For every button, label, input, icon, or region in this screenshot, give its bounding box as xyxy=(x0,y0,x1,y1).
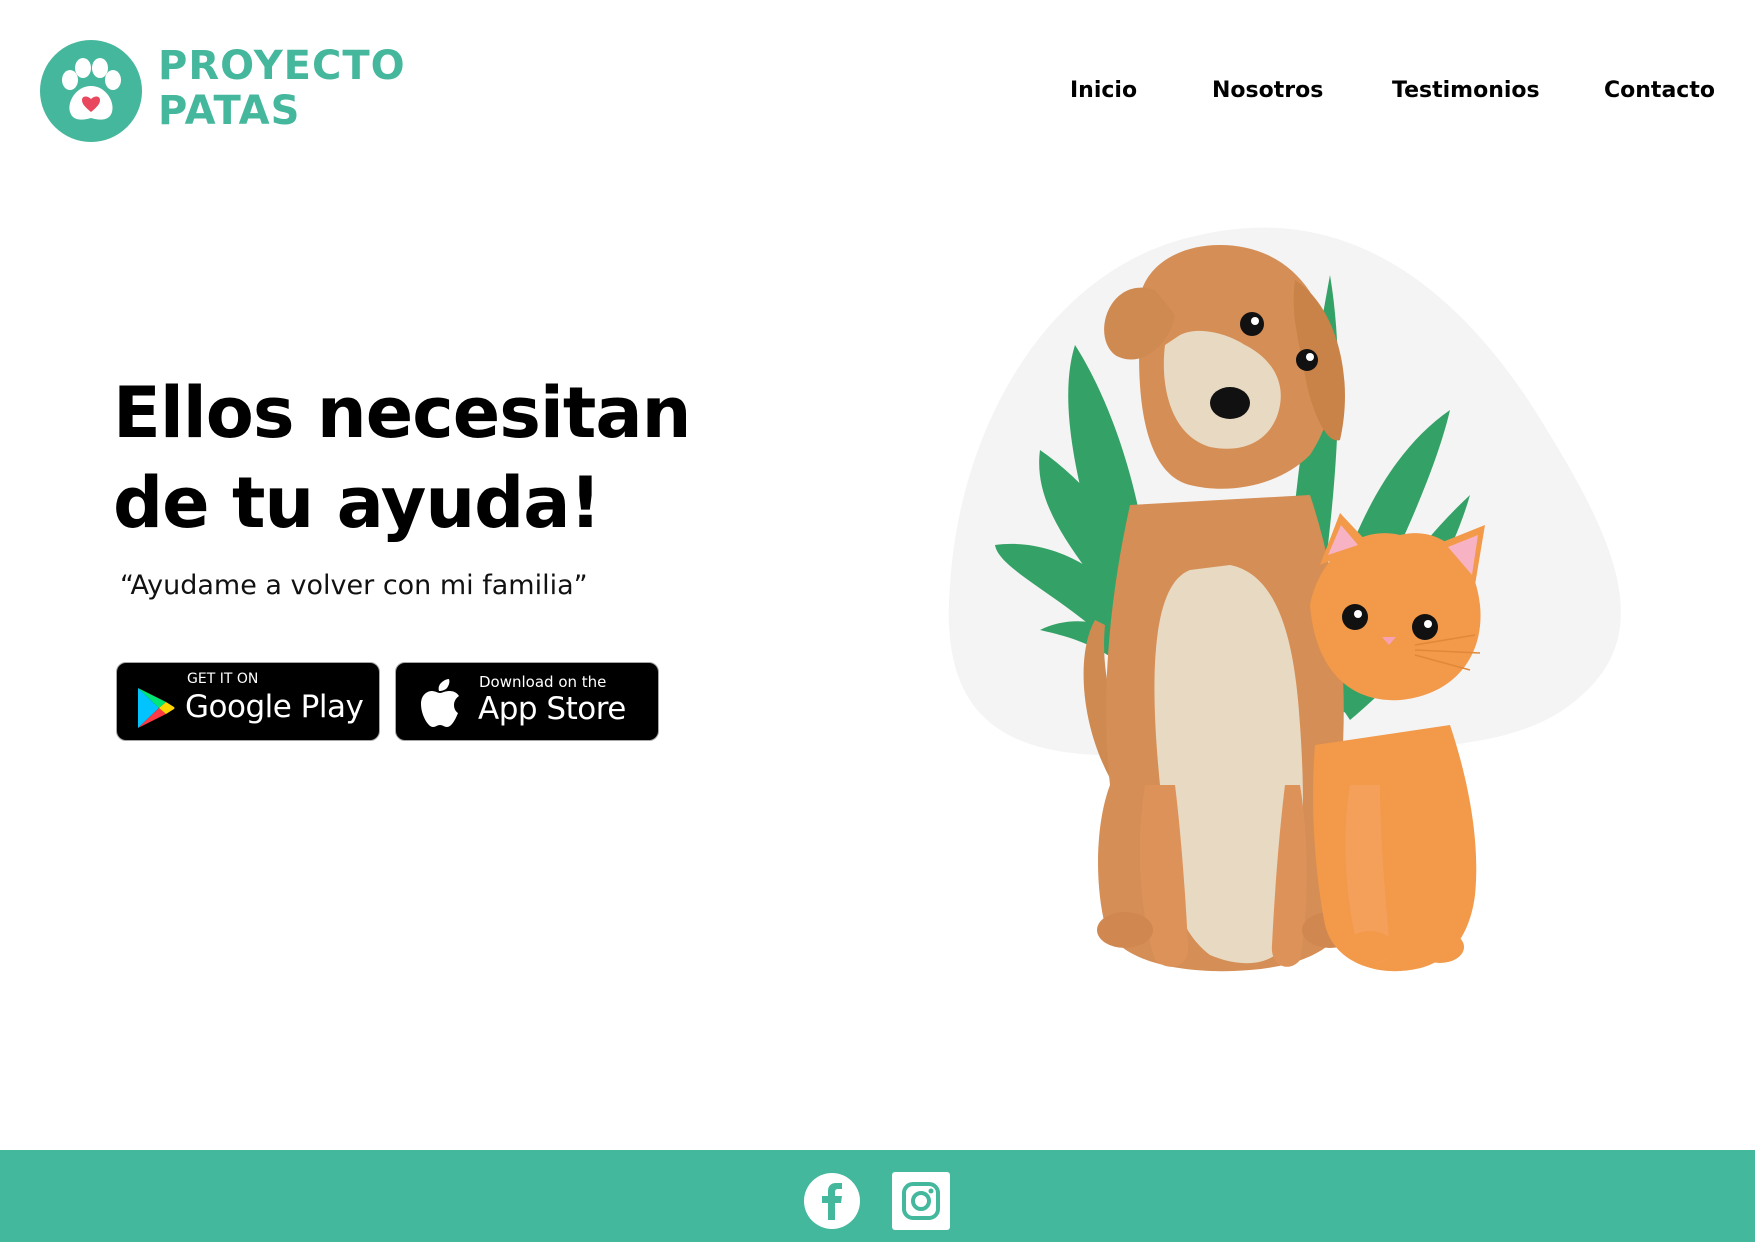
instagram-icon[interactable] xyxy=(892,1172,950,1230)
apple-icon xyxy=(421,679,459,727)
app-store-small-label: Download on the xyxy=(479,673,607,691)
dog-and-cat-illustration xyxy=(948,227,1621,972)
app-store-button[interactable]: Download on the App Store xyxy=(395,662,659,741)
nav-item-testimonios[interactable]: Testimonios xyxy=(1392,78,1540,103)
google-play-button[interactable]: GET IT ON Google Play xyxy=(116,662,380,741)
footer xyxy=(0,1150,1755,1242)
hero-title: Ellos necesitan de tu ayuda! xyxy=(113,368,813,548)
app-store-big-label: App Store xyxy=(478,691,626,727)
nav-item-contacto[interactable]: Contacto xyxy=(1604,78,1715,103)
hero-title-line-2: de tu ayuda! xyxy=(113,462,601,544)
google-play-icon xyxy=(138,688,175,728)
nav-item-nosotros[interactable]: Nosotros xyxy=(1212,78,1323,103)
header: PROYECTO PATAS Inicio Nosotros Testimoni… xyxy=(0,0,1755,160)
google-play-big-label: Google Play xyxy=(185,689,364,725)
google-play-small-label: GET IT ON xyxy=(187,671,259,687)
nav-item-inicio[interactable]: Inicio xyxy=(1070,78,1137,103)
main-nav: Inicio Nosotros Testimonios Contacto xyxy=(0,78,1755,108)
facebook-icon[interactable] xyxy=(803,1172,861,1230)
hero-title-line-1: Ellos necesitan xyxy=(113,372,691,454)
hero-quote: “Ayudame a volver con mi familia” xyxy=(120,570,588,601)
